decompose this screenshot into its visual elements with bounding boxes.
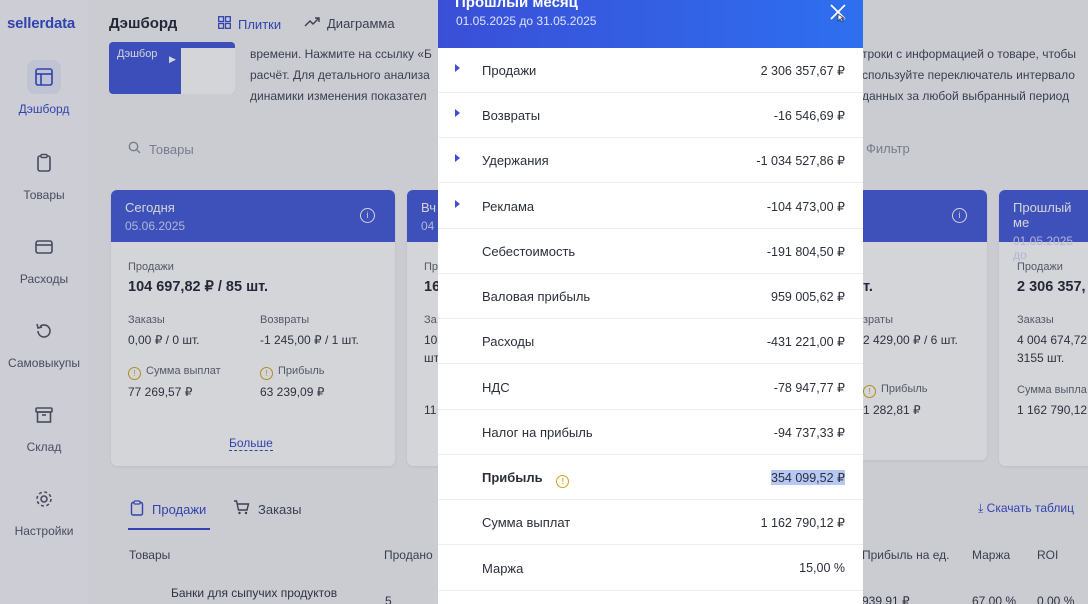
row-payout-sum: Сумма выплат 1 162 790,12 ₽ <box>438 500 863 545</box>
row-value: -431 221,00 ₽ <box>766 335 845 349</box>
row-deductions[interactable]: Удержания -1 034 527,86 ₽ <box>438 138 863 183</box>
modal-title: Прошлый месяц <box>455 0 578 11</box>
expand-arrow-icon[interactable] <box>455 200 460 208</box>
row-value: -78 947,77 ₽ <box>773 381 845 395</box>
row-label: Налог на прибыль <box>482 425 593 440</box>
row-value: -104 473,00 ₽ <box>766 200 845 214</box>
row-value: 15,00 % <box>799 561 845 575</box>
row-value: -191 804,50 ₽ <box>766 245 845 259</box>
row-expenses: Расходы -431 221,00 ₽ <box>438 319 863 364</box>
row-advertising[interactable]: Реклама -104 473,00 ₽ <box>438 184 863 229</box>
row-sales[interactable]: Продажи 2 306 357,67 ₽ <box>438 48 863 93</box>
warning-icon[interactable]: ! <box>556 475 570 488</box>
row-label: Валовая прибыль <box>482 289 591 304</box>
close-icon[interactable] <box>828 2 850 24</box>
modal-date-range: 01.05.2025 до 31.05.2025 <box>456 14 597 28</box>
row-label: Сумма выплат <box>482 515 571 530</box>
row-value: 959 005,62 ₽ <box>771 290 845 304</box>
modal-header: Прошлый месяц 01.05.2025 до 31.05.2025 <box>438 0 863 48</box>
row-value: -16 546,69 ₽ <box>773 109 845 123</box>
row-value: 2 306 357,67 ₽ <box>760 64 845 78</box>
period-details-modal: Прошлый месяц 01.05.2025 до 31.05.2025 П… <box>438 0 863 604</box>
row-profit-tax: Налог на прибыль -94 737,33 ₽ <box>438 410 863 455</box>
expand-arrow-icon[interactable] <box>455 154 460 162</box>
row-label: Маржа <box>482 561 524 576</box>
row-value: -94 737,33 ₽ <box>773 426 845 440</box>
row-value: 1 162 790,12 ₽ <box>760 516 845 530</box>
row-label: Расходы <box>482 334 535 349</box>
row-label: Прибыль ! <box>482 470 574 488</box>
row-gross-profit: Валовая прибыль 959 005,62 ₽ <box>438 274 863 319</box>
row-value[interactable]: 354 099,52 ₽ <box>771 470 845 485</box>
row-label: Возвраты <box>482 108 541 123</box>
row-label: Реклама <box>482 199 535 214</box>
row-vat: НДС -78 947,77 ₽ <box>438 365 863 410</box>
row-returns[interactable]: Возвраты -16 546,69 ₽ <box>438 93 863 138</box>
row-label: Себестоимость <box>482 244 576 259</box>
row-profit: Прибыль ! 354 099,52 ₽ <box>438 455 863 500</box>
row-label-text: Прибыль <box>482 470 543 485</box>
row-cost-price: Себестоимость -191 804,50 ₽ <box>438 229 863 274</box>
row-label: Удержания <box>482 153 549 168</box>
row-value: -1 034 527,86 ₽ <box>756 154 845 168</box>
expand-arrow-icon[interactable] <box>455 64 460 72</box>
row-label: НДС <box>482 380 510 395</box>
expand-arrow-icon[interactable] <box>455 109 460 117</box>
row-label: Продажи <box>482 63 537 78</box>
row-margin: Маржа 15,00 % <box>438 546 863 591</box>
